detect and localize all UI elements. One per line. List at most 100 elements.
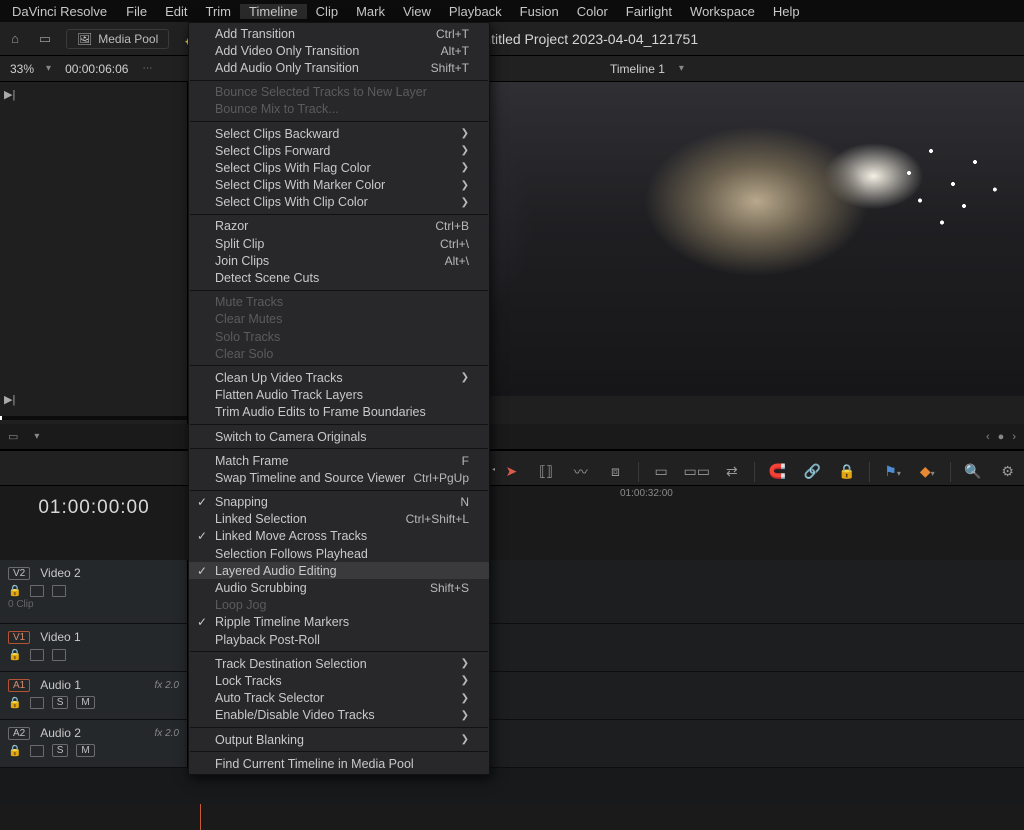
home-icon[interactable]: ⌂ [0,28,30,50]
menu-item[interactable]: RazorCtrl+B [189,218,489,235]
menu-item[interactable]: ✓Linked Move Across Tracks [189,528,489,545]
menu-item[interactable]: Join ClipsAlt+\ [189,252,489,269]
track-badge-a1[interactable]: A1 [8,679,30,692]
menu-item[interactable]: ✓SnappingN [189,494,489,511]
flag-icon[interactable]: ⚑▾ [880,463,905,480]
menu-workspace[interactable]: Workspace [681,4,764,19]
menu-playback[interactable]: Playback [440,4,511,19]
menu-view[interactable]: View [394,4,440,19]
track-badge-v2[interactable]: V2 [8,567,30,580]
menu-item[interactable]: Trim Audio Edits to Frame Boundaries [189,404,489,421]
track-head-v1[interactable]: V1 Video 1 🔒 [0,624,188,671]
menu-item[interactable]: Track Destination Selection❯ [189,655,489,672]
track-toggle1-icon[interactable] [30,745,44,757]
lock-icon[interactable]: 🔒 [835,463,860,480]
menu-item[interactable]: Output Blanking❯ [189,731,489,748]
menu-item[interactable]: Split ClipCtrl+\ [189,235,489,252]
menu-item[interactable]: ✓Layered Audio Editing [189,562,489,579]
tc-caret-icon[interactable]: ⋯ [136,63,158,74]
menu-file[interactable]: File [117,4,156,19]
selection-tool-icon[interactable]: ➤ [499,463,524,480]
menu-item[interactable]: Swap Timeline and Source ViewerCtrl+PgUp [189,469,489,486]
track-lock-icon[interactable]: 🔒 [8,648,22,661]
track-head-v2[interactable]: V2 Video 2 🔒 0 Clip [0,560,188,623]
search-icon[interactable]: 🔍 [961,463,986,480]
menu-clip[interactable]: Clip [307,4,347,19]
menu-mark[interactable]: Mark [347,4,394,19]
menu-help[interactable]: Help [764,4,809,19]
menu-timeline[interactable]: Timeline [240,4,307,19]
menu-trim[interactable]: Trim [197,4,241,19]
menu-item[interactable]: Add Audio Only TransitionShift+T [189,59,489,76]
menu-item[interactable]: Select Clips With Flag Color❯ [189,159,489,176]
nav-right-icon[interactable]: › [1012,431,1016,443]
nav-left-icon[interactable]: ‹ [986,431,990,443]
menu-item[interactable]: Select Clips Forward❯ [189,142,489,159]
menu-item[interactable]: Clean Up Video Tracks❯ [189,369,489,386]
track-mute-button[interactable]: M [76,744,94,757]
menu-item[interactable]: Select Clips Backward❯ [189,125,489,142]
menu-item[interactable]: Select Clips With Clip Color❯ [189,194,489,211]
blade-tool-icon[interactable]: 〰 [568,462,593,482]
track-solo-button[interactable]: S [52,696,69,709]
step-back-icon[interactable]: ▶| [4,88,15,101]
trim-tool-icon[interactable]: ⟦⟧ [534,463,559,480]
track-solo-button[interactable]: S [52,744,69,757]
menu-item[interactable]: Add TransitionCtrl+T [189,25,489,42]
track-toggle1-icon[interactable] [30,585,44,597]
track-mute-button[interactable]: M [76,696,94,709]
menu-item[interactable]: Playback Post-Roll [189,631,489,648]
zoom-caret-icon[interactable]: ▾ [40,63,57,74]
marker-icon[interactable]: ◆▾ [915,463,940,480]
menu-item[interactable]: Match FrameF [189,452,489,469]
layout-icon[interactable]: ▭ [30,28,60,50]
track-badge-v1[interactable]: V1 [8,631,30,644]
menu-item[interactable]: Enable/Disable Video Tracks❯ [189,707,489,724]
menu-item[interactable]: Linked SelectionCtrl+Shift+L [189,511,489,528]
track-lock-icon[interactable]: 🔒 [8,744,22,757]
track-toggle1-icon[interactable] [30,649,44,661]
menu-item[interactable]: Find Current Timeline in Media Pool [189,755,489,772]
track-lock-icon[interactable]: 🔒 [8,584,22,597]
menu-item[interactable]: Select Clips With Marker Color❯ [189,177,489,194]
menu-item: Bounce Mix to Track... [189,101,489,118]
view-opt-caret[interactable]: ▾ [28,431,45,442]
source-scrubber[interactable] [0,416,187,420]
menu-item[interactable]: ✓Ripple Timeline Markers [189,614,489,631]
settings-icon[interactable]: ⚙ [995,463,1020,480]
menu-item[interactable]: Auto Track Selector❯ [189,690,489,707]
menu-color[interactable]: Color [568,4,617,19]
menu-item-label: Add Transition [215,27,295,41]
view-opt-icon[interactable]: ▭ [8,430,18,443]
track-toggle1-icon[interactable] [30,697,44,709]
track-head-a1[interactable]: A1 Audio 1 fx 2.0 🔒 S M [0,672,188,719]
insert-tool-icon[interactable]: ⧈ [603,463,628,480]
mediapool-button[interactable]: 🖼 Media Pool [66,29,169,49]
menu-item[interactable]: Add Video Only TransitionAlt+T [189,42,489,59]
swap-tool-icon[interactable]: ⇄ [719,463,744,480]
step-fwd-icon[interactable]: ▶| [4,393,15,406]
track-head-a2[interactable]: A2 Audio 2 fx 2.0 🔒 S M [0,720,188,767]
track-lock-icon[interactable]: 🔒 [8,696,22,709]
nav-dot-icon[interactable]: ● [998,431,1005,443]
timeline-timecode[interactable]: 01:00:00:00 [0,497,188,519]
menu-item[interactable]: Detect Scene Cuts [189,269,489,286]
track-toggle2-icon[interactable] [52,585,66,597]
link-tool-icon[interactable]: ▭ [649,463,674,480]
menu-item[interactable]: Flatten Audio Track Layers [189,387,489,404]
link-clip-icon[interactable]: 🔗 [800,463,825,480]
zoom-value[interactable]: 33% [0,62,40,76]
menu-fairlight[interactable]: Fairlight [617,4,681,19]
menu-edit[interactable]: Edit [156,4,196,19]
track-badge-a2[interactable]: A2 [8,727,30,740]
track-toggle2-icon[interactable] [52,649,66,661]
dup-tool-icon[interactable]: ▭▭ [683,463,709,480]
menu-item[interactable]: Audio ScrubbingShift+S [189,579,489,596]
menu-item[interactable]: Selection Follows Playhead [189,545,489,562]
timeline-dropdown[interactable]: Timeline 1 ▾ [610,62,690,76]
magnet-icon[interactable]: 🧲 [765,463,790,480]
source-timecode[interactable]: 00:00:06:06 [57,62,136,76]
menu-item[interactable]: Switch to Camera Originals [189,428,489,445]
menu-fusion[interactable]: Fusion [511,4,568,19]
menu-item[interactable]: Lock Tracks❯ [189,672,489,689]
